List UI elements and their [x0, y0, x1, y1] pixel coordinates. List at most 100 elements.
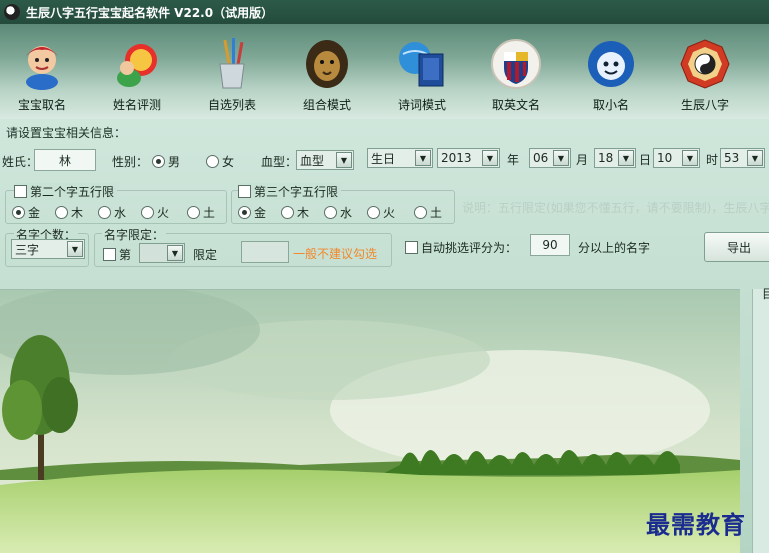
- gender-female-radio[interactable]: 女: [206, 153, 234, 170]
- right-panel: [752, 289, 769, 553]
- radio-indicator: [367, 206, 380, 219]
- checkbox-indicator: [238, 185, 251, 198]
- third-char-huo-radio[interactable]: 火: [367, 204, 395, 221]
- month-select[interactable]: 06 ▼: [529, 148, 571, 168]
- chevron-down-icon[interactable]: ▼: [482, 150, 498, 166]
- radio-indicator: [12, 206, 25, 219]
- auto-select-checkbox[interactable]: 自动挑选评分为：: [405, 239, 517, 256]
- radio-label: 木: [71, 206, 84, 220]
- toolbar-name-evaluation-button[interactable]: 姓名评测: [97, 38, 177, 113]
- blue-mascot-icon: [585, 38, 637, 90]
- toolbar-nickname-button[interactable]: 取小名: [571, 38, 651, 113]
- third-char-tu-radio[interactable]: 土: [414, 204, 442, 221]
- toolbar-label: 取小名: [592, 98, 629, 112]
- toolbar-english-name-button[interactable]: 取英文名: [476, 38, 556, 113]
- year-select[interactable]: 2013 ▼: [437, 148, 500, 168]
- radio-label: 女: [222, 155, 235, 169]
- toolbar-custom-list-button[interactable]: 自选列表: [192, 38, 272, 113]
- radio-label: 木: [297, 206, 310, 220]
- year-label: 年: [507, 153, 520, 167]
- radio-label: 金: [254, 206, 267, 220]
- lion-head-icon: [301, 38, 353, 90]
- hour-select[interactable]: 10 ▼: [653, 148, 700, 168]
- radio-label: 男: [168, 155, 181, 169]
- limit-hint-text: 一般不建议勾选: [293, 247, 378, 261]
- baby-mascot-icon: [16, 38, 68, 90]
- surname-input[interactable]: 林: [34, 149, 96, 171]
- toolbar-baby-naming-button[interactable]: 宝宝取名: [2, 38, 82, 113]
- radio-indicator: [187, 206, 200, 219]
- third-char-wuxing-checkbox[interactable]: 第三个字五行限: [238, 183, 342, 200]
- radio-indicator: [206, 155, 219, 168]
- chevron-down-icon[interactable]: ▼: [618, 150, 634, 166]
- radio-label: 火: [157, 206, 170, 220]
- checkbox-label: 第二个字五行限: [30, 185, 115, 199]
- toolbar-label: 自选列表: [207, 98, 256, 112]
- third-char-shui-radio[interactable]: 水: [324, 204, 352, 221]
- checkbox-label: 自动挑选评分为：: [421, 241, 518, 255]
- toolbar-label: 姓名评测: [112, 98, 161, 112]
- toolbar-birth-bazi-button[interactable]: 生辰八字: [665, 38, 745, 113]
- radio-indicator: [414, 206, 427, 219]
- window-title: 生辰八字五行宝宝起名软件 V22.0（试用版）: [26, 5, 274, 20]
- radio-indicator: [98, 206, 111, 219]
- minute-select[interactable]: 53 ▼: [720, 148, 765, 168]
- chevron-down-icon[interactable]: ▼: [167, 245, 183, 261]
- radio-indicator: [141, 206, 154, 219]
- hour-label: 时: [706, 153, 719, 167]
- toolbar: 宝宝取名 姓名评测 自选列表 组合模式 诗词模式 取英文名 取小名 生辰八字: [0, 24, 769, 119]
- second-char-huo-radio[interactable]: 火: [141, 204, 169, 221]
- radio-label: 水: [340, 206, 353, 220]
- gender-male-radio[interactable]: 男: [152, 153, 180, 170]
- second-char-tu-radio[interactable]: 土: [187, 204, 215, 221]
- chevron-down-icon[interactable]: ▼: [553, 150, 569, 166]
- toolbar-poetry-mode-button[interactable]: 诗词模式: [382, 38, 462, 113]
- chevron-down-icon[interactable]: ▼: [67, 241, 83, 257]
- chevron-down-icon[interactable]: ▼: [682, 150, 698, 166]
- blood-type-value: 血型: [300, 153, 325, 168]
- checkbox-indicator: [103, 248, 116, 261]
- limit-char-input[interactable]: [241, 241, 289, 263]
- score-threshold-input[interactable]: 90: [530, 234, 570, 256]
- blood-type-select[interactable]: 血型 ▼: [296, 150, 354, 170]
- third-char-mu-radio[interactable]: 木: [281, 204, 309, 221]
- day-select[interactable]: 18 ▼: [594, 148, 636, 168]
- hour-value: 10: [657, 151, 673, 165]
- chevron-down-icon[interactable]: ▼: [747, 150, 763, 166]
- pencil-cup-icon: [206, 38, 258, 90]
- blood-type-label: 血型：: [261, 155, 298, 169]
- year-value: 2013: [441, 151, 472, 165]
- name-limit-checkbox[interactable]: 第: [103, 246, 131, 263]
- checkbox-label: 第三个字五行限: [254, 185, 339, 199]
- book-globe-icon: [396, 38, 448, 90]
- birth-select[interactable]: 生日 ▼: [367, 148, 433, 168]
- app-logo-icon: [4, 4, 20, 20]
- fortune-character-icon: [111, 38, 163, 90]
- name-limit-label: 名字限定：: [102, 226, 167, 243]
- export-button[interactable]: 导出: [704, 232, 769, 262]
- month-label: 月: [576, 153, 589, 167]
- name-count-select[interactable]: 三字 ▼: [11, 239, 85, 259]
- radio-label: 金: [28, 206, 41, 220]
- toolbar-combination-mode-button[interactable]: 组合模式: [287, 38, 367, 113]
- second-char-jin-radio[interactable]: 金: [12, 204, 40, 221]
- minute-value: 53: [724, 151, 740, 165]
- radio-indicator: [324, 206, 337, 219]
- wuxing-note: 说明：五行限定(如果您不懂五行，请不要限制)，生辰八字: [462, 201, 769, 215]
- birth-value: 生日: [371, 151, 396, 166]
- right-panel-label: 目: [762, 287, 769, 301]
- toolbar-label: 取英文名: [491, 98, 540, 112]
- surname-label: 姓氏：: [2, 155, 39, 169]
- bagua-icon: [679, 38, 731, 90]
- third-char-jin-radio[interactable]: 金: [238, 204, 266, 221]
- name-position-select[interactable]: ▼: [139, 243, 185, 263]
- day-label: 日: [639, 153, 652, 167]
- second-char-wuxing-checkbox[interactable]: 第二个字五行限: [14, 183, 118, 200]
- second-char-shui-radio[interactable]: 水: [98, 204, 126, 221]
- title-bar: 生辰八字五行宝宝起名软件 V22.0（试用版）: [0, 0, 769, 24]
- chevron-down-icon[interactable]: ▼: [336, 152, 352, 168]
- toolbar-label: 诗词模式: [397, 98, 446, 112]
- second-char-mu-radio[interactable]: 木: [55, 204, 83, 221]
- day-value: 18: [598, 151, 614, 165]
- chevron-down-icon[interactable]: ▼: [415, 150, 431, 166]
